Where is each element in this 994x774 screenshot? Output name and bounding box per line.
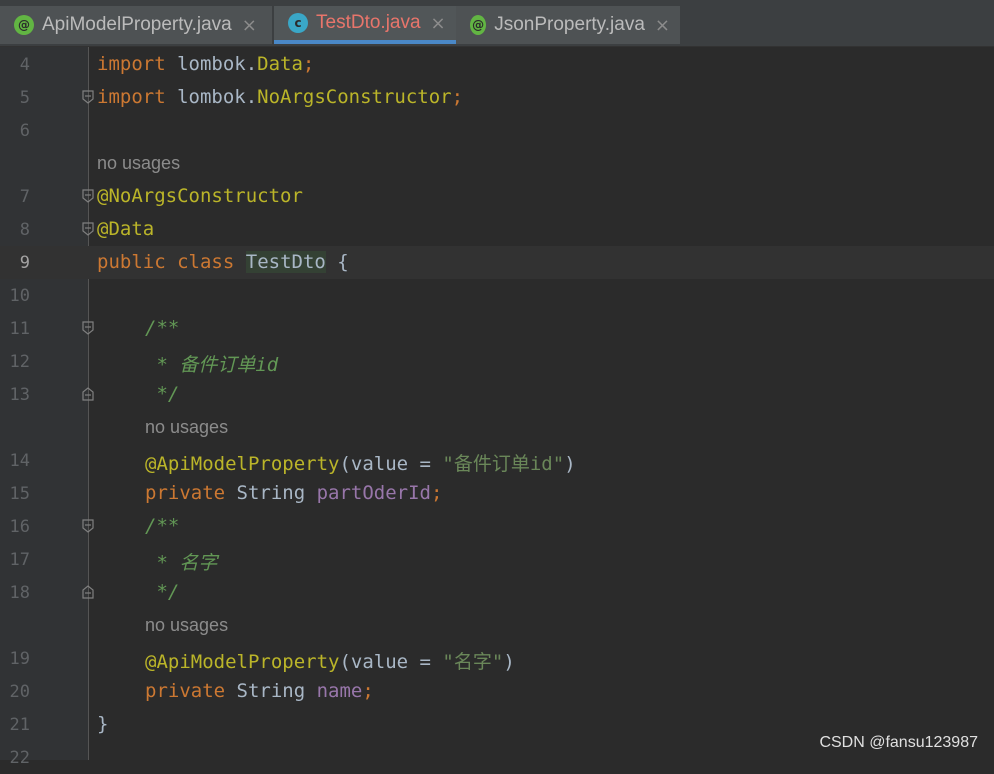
line-number: 7	[19, 187, 30, 207]
class-file-icon: c	[288, 13, 308, 33]
fold-end-icon[interactable]	[82, 90, 94, 104]
line-number: 20	[9, 682, 30, 702]
line-code[interactable]: /**	[145, 515, 179, 537]
code-line[interactable]: 16 /**	[0, 510, 994, 543]
fold-start-icon[interactable]	[82, 321, 94, 335]
code-line[interactable]: 13 */	[0, 378, 994, 411]
annotation-file-icon: @	[470, 15, 487, 35]
usage-hint-row: no usages	[0, 411, 994, 444]
code-editor[interactable]: 4 import lombok.Data; 5 import lombok.No…	[0, 47, 994, 768]
line-code[interactable]: /**	[145, 317, 179, 339]
line-number: 6	[19, 121, 30, 141]
line-number: 14	[9, 451, 30, 471]
code-line[interactable]: 10	[0, 279, 994, 312]
line-number: 9	[19, 253, 30, 273]
code-line[interactable]: 5 import lombok.NoArgsConstructor;	[0, 81, 994, 114]
current-code-line[interactable]: 9 public class TestDto {	[0, 246, 994, 279]
line-code[interactable]: * 备件订单id	[145, 350, 278, 377]
no-usages-hint[interactable]: no usages	[145, 417, 228, 438]
line-code[interactable]: @Data	[97, 218, 154, 240]
line-number: 22	[9, 748, 30, 768]
line-code[interactable]: private String name;	[145, 680, 374, 702]
code-line[interactable]: 4 import lombok.Data;	[0, 48, 994, 81]
line-number: 11	[9, 319, 30, 339]
code-line[interactable]: 20 private String name;	[0, 675, 994, 708]
line-code[interactable]: @ApiModelProperty(value = "备件订单id")	[145, 449, 576, 476]
fold-end-icon[interactable]	[82, 387, 94, 401]
line-code[interactable]: */	[145, 581, 179, 603]
tab-label: TestDto.java	[316, 12, 421, 33]
watermark: CSDN @fansu123987	[819, 734, 978, 751]
line-number: 5	[19, 88, 30, 108]
line-code[interactable]: * 名字	[145, 548, 217, 575]
code-line[interactable]: 12 * 备件订单id	[0, 345, 994, 378]
tab-jsonproperty[interactable]: @ JsonProperty.java ×	[456, 6, 680, 44]
fold-start-icon[interactable]	[82, 189, 94, 203]
code-line[interactable]: 11 /**	[0, 312, 994, 345]
code-line[interactable]: 19 @ApiModelProperty(value = "名字")	[0, 642, 994, 675]
fold-start-icon[interactable]	[82, 519, 94, 533]
line-number: 10	[9, 286, 30, 306]
no-usages-hint[interactable]: no usages	[145, 615, 228, 636]
code-line[interactable]: 18 */	[0, 576, 994, 609]
annotation-file-icon: @	[14, 15, 34, 35]
code-line[interactable]: 17 * 名字	[0, 543, 994, 576]
line-number: 12	[9, 352, 30, 372]
tab-label: ApiModelProperty.java	[42, 14, 232, 35]
editor-tab-bar: @ ApiModelProperty.java × c TestDto.java…	[0, 0, 994, 47]
code-line[interactable]: 7 @NoArgsConstructor	[0, 180, 994, 213]
code-line[interactable]: 14 @ApiModelProperty(value = "备件订单id")	[0, 444, 994, 477]
close-icon[interactable]: ×	[242, 15, 257, 36]
line-number: 19	[9, 649, 30, 669]
fold-end-icon[interactable]	[82, 585, 94, 599]
tab-apimodelproperty[interactable]: @ ApiModelProperty.java ×	[0, 6, 272, 44]
line-number: 15	[9, 484, 30, 504]
line-number: 8	[19, 220, 30, 240]
usage-hint-row: no usages	[0, 147, 994, 180]
line-number: 21	[9, 715, 30, 735]
tab-label: JsonProperty.java	[494, 14, 645, 35]
line-code[interactable]: */	[145, 383, 179, 405]
code-line[interactable]: 15 private String partOderId;	[0, 477, 994, 510]
line-number: 16	[9, 517, 30, 537]
line-code[interactable]: import lombok.Data;	[97, 53, 314, 75]
line-number: 18	[9, 583, 30, 603]
line-number: 13	[9, 385, 30, 405]
line-code[interactable]: private String partOderId;	[145, 482, 442, 504]
fold-start-icon[interactable]	[82, 222, 94, 236]
code-line[interactable]: 6	[0, 114, 994, 147]
line-code[interactable]: @ApiModelProperty(value = "名字")	[145, 647, 515, 674]
tab-testdto[interactable]: c TestDto.java ×	[274, 6, 456, 44]
line-code[interactable]: }	[97, 713, 108, 735]
line-code[interactable]: @NoArgsConstructor	[97, 185, 303, 207]
line-code[interactable]: public class TestDto {	[97, 251, 349, 273]
line-number: 17	[9, 550, 30, 570]
close-icon[interactable]: ×	[431, 13, 446, 34]
usage-hint-row: no usages	[0, 609, 994, 642]
line-number: 4	[19, 55, 30, 75]
line-code[interactable]: import lombok.NoArgsConstructor;	[97, 86, 463, 108]
no-usages-hint[interactable]: no usages	[97, 153, 180, 174]
close-icon[interactable]: ×	[655, 15, 670, 36]
code-line[interactable]: 8 @Data	[0, 213, 994, 246]
